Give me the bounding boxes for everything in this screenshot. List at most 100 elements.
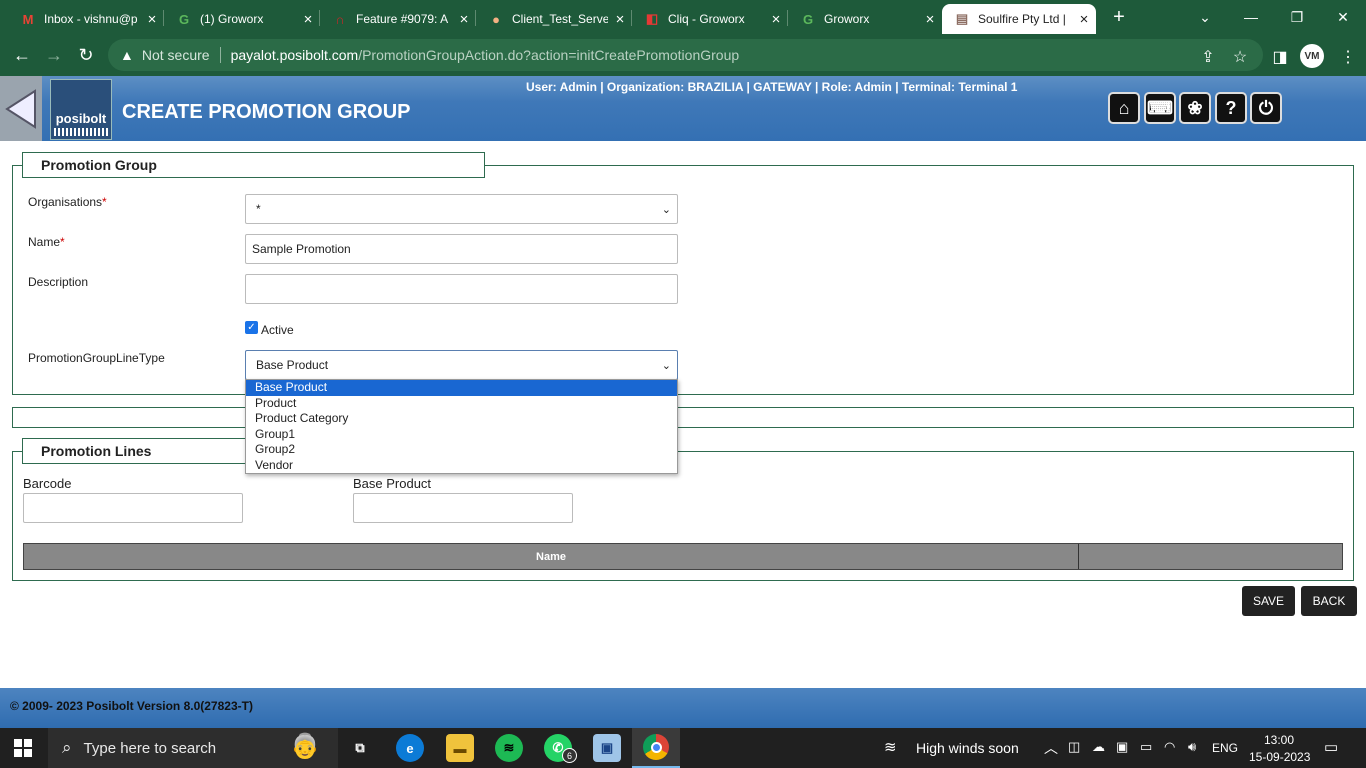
- home-icon[interactable]: ⌂: [1108, 92, 1140, 124]
- line-type-select[interactable]: Base Product ⌄: [245, 350, 678, 380]
- close-window-icon[interactable]: ✕: [1320, 0, 1366, 34]
- tab-search-icon[interactable]: ⌄: [1182, 0, 1228, 34]
- browser-tab[interactable]: ▤ Soulfire Pty Ltd | ×: [942, 4, 1096, 34]
- not-secure-label: Not secure: [141, 47, 210, 63]
- tab-title: Feature #9079: A: [356, 12, 449, 26]
- taskbar-search-box[interactable]: ⌕ Type here to search 👵: [48, 728, 338, 768]
- dropdown-option[interactable]: Group2: [246, 442, 677, 458]
- notification-icon[interactable]: ▭: [1324, 738, 1338, 756]
- tray-cloud-icon[interactable]: ☁: [1092, 739, 1105, 755]
- side-panel-icon[interactable]: ◨: [1268, 44, 1292, 70]
- organisations-select[interactable]: * ⌄: [245, 194, 678, 224]
- user-info: User: Admin | Organization: BRAZILIA | G…: [526, 80, 1018, 94]
- chrome-icon: [643, 734, 669, 760]
- description-field[interactable]: [245, 274, 678, 304]
- active-checkbox[interactable]: ✓: [245, 321, 258, 334]
- name-column-header[interactable]: Name: [24, 544, 1079, 569]
- wifi-icon[interactable]: ◠: [1164, 739, 1175, 755]
- description-label: Description: [28, 275, 89, 289]
- base-product-field[interactable]: [353, 493, 573, 523]
- line-type-dropdown-list: Base Product Product Product Category Group…: [245, 379, 678, 474]
- dropdown-option[interactable]: Group1: [246, 427, 677, 443]
- dropdown-option[interactable]: Product Category: [246, 411, 677, 427]
- chrome-taskbar-slot[interactable]: [632, 728, 680, 768]
- reload-icon[interactable]: ↻: [73, 42, 99, 68]
- share-icon[interactable]: ⇪: [1196, 44, 1220, 70]
- address-bar[interactable]: ▲ Not secure payalot.posibolt.com/Promot…: [108, 39, 1263, 71]
- browser-tab[interactable]: ∩ Feature #9079: A ×: [320, 4, 476, 34]
- file-explorer-icon[interactable]: ▬: [446, 734, 474, 762]
- bookmark-star-icon[interactable]: ☆: [1228, 44, 1252, 70]
- keyboard-icon[interactable]: ⌨: [1144, 92, 1176, 124]
- minimize-icon[interactable]: —: [1228, 0, 1274, 34]
- base-product-label: Base Product: [353, 476, 432, 491]
- groworx-icon: G: [178, 11, 190, 27]
- browser-tab[interactable]: M Inbox - vishnu@p ×: [8, 4, 164, 34]
- tab-title: Groworx: [824, 12, 870, 26]
- menu-kebab-icon[interactable]: ⋮: [1336, 44, 1360, 70]
- battery-icon[interactable]: ▭: [1140, 739, 1152, 755]
- tab-title: Inbox - vishnu@p: [44, 12, 138, 26]
- help-icon[interactable]: ?: [1215, 92, 1247, 124]
- close-tab-icon[interactable]: ×: [1072, 11, 1096, 28]
- barcode-field[interactable]: [23, 493, 243, 523]
- clock-date[interactable]: 15-09-2023: [1249, 750, 1310, 764]
- browser-tab[interactable]: G (1) Groworx ×: [164, 4, 320, 34]
- name-label-text: Name: [28, 235, 61, 249]
- search-highlight-figure-icon: 👵: [290, 733, 320, 760]
- dropdown-option[interactable]: Vendor: [246, 458, 677, 474]
- dropdown-option[interactable]: Product: [246, 396, 677, 412]
- browser-tab[interactable]: ◧ Cliq - Groworx ×: [632, 4, 788, 34]
- back-arrow-icon[interactable]: ←: [9, 42, 35, 68]
- line-type-value: Base Product: [256, 358, 329, 372]
- new-tab-button[interactable]: +: [1096, 0, 1142, 34]
- organisations-value: *: [256, 202, 261, 216]
- clock-time[interactable]: 13:00: [1264, 733, 1294, 747]
- close-tab-icon[interactable]: ×: [452, 11, 476, 28]
- dropdown-option[interactable]: Base Product: [246, 380, 677, 396]
- restore-icon[interactable]: ❐: [1274, 0, 1320, 34]
- promotion-group-panel: [12, 165, 1354, 395]
- browser-tab[interactable]: G Groworx ×: [788, 4, 942, 34]
- profile-avatar[interactable]: VM: [1300, 44, 1324, 68]
- promotion-lines-legend: Promotion Lines: [22, 438, 247, 464]
- tab-title: Soulfire Pty Ltd |: [978, 12, 1066, 26]
- tab-title: (1) Groworx: [200, 12, 264, 26]
- url-path: /PromotionGroupAction.do?action=initCrea…: [358, 47, 740, 63]
- weather-text[interactable]: High winds soon: [916, 740, 1019, 756]
- tray-app-icon[interactable]: ◫: [1068, 739, 1080, 755]
- promotion-lines-grid-header: Name: [23, 543, 1343, 570]
- virtualbox-icon[interactable]: ▣: [593, 734, 621, 762]
- save-button[interactable]: SAVE: [1242, 586, 1295, 616]
- chevron-down-icon: ⌄: [661, 204, 671, 216]
- chevron-up-icon[interactable]: ︿: [1044, 738, 1058, 758]
- power-icon[interactable]: ⏻: [1250, 92, 1282, 124]
- lotus-icon[interactable]: ❀: [1179, 92, 1211, 124]
- close-tab-icon[interactable]: ×: [764, 11, 788, 28]
- language-indicator[interactable]: ENG: [1212, 741, 1238, 755]
- windows-taskbar: ⌕ Type here to search 👵 ⧉ e ▬ ≋ ✆ 6 ▣ ≋ …: [0, 728, 1366, 768]
- address-divider: [219, 47, 221, 63]
- name-field[interactable]: Sample Promotion: [245, 234, 678, 264]
- task-view-icon[interactable]: ⧉: [346, 734, 374, 762]
- volume-icon[interactable]: 🔊︎: [1188, 739, 1196, 755]
- edge-icon[interactable]: e: [396, 734, 424, 762]
- search-placeholder: Type here to search: [83, 739, 217, 757]
- forward-arrow-icon[interactable]: →: [41, 42, 67, 68]
- spotify-icon[interactable]: ≋: [495, 734, 523, 762]
- close-tab-icon[interactable]: ×: [918, 11, 942, 28]
- browser-tab[interactable]: ● Client_Test_Serve ×: [476, 4, 632, 34]
- redmine-icon: ∩: [335, 11, 345, 27]
- copyright-text: © 2009- 2023 Posibolt Version 8.0(27823-…: [10, 699, 253, 713]
- app-footer: © 2009- 2023 Posibolt Version 8.0(27823-…: [0, 688, 1366, 728]
- close-tab-icon[interactable]: ×: [140, 11, 164, 28]
- back-button[interactable]: BACK: [1301, 586, 1357, 616]
- back-arrow-icon[interactable]: [0, 76, 42, 141]
- tray-display-icon[interactable]: ▣: [1116, 739, 1128, 755]
- app-header: posibolt CREATE PROMOTION GROUP User: Ad…: [0, 76, 1366, 141]
- logo-barcode-icon: [54, 128, 108, 136]
- close-tab-icon[interactable]: ×: [608, 11, 632, 28]
- windows-start-icon[interactable]: [14, 739, 32, 757]
- active-label: Active: [261, 323, 294, 337]
- close-tab-icon[interactable]: ×: [296, 11, 320, 28]
